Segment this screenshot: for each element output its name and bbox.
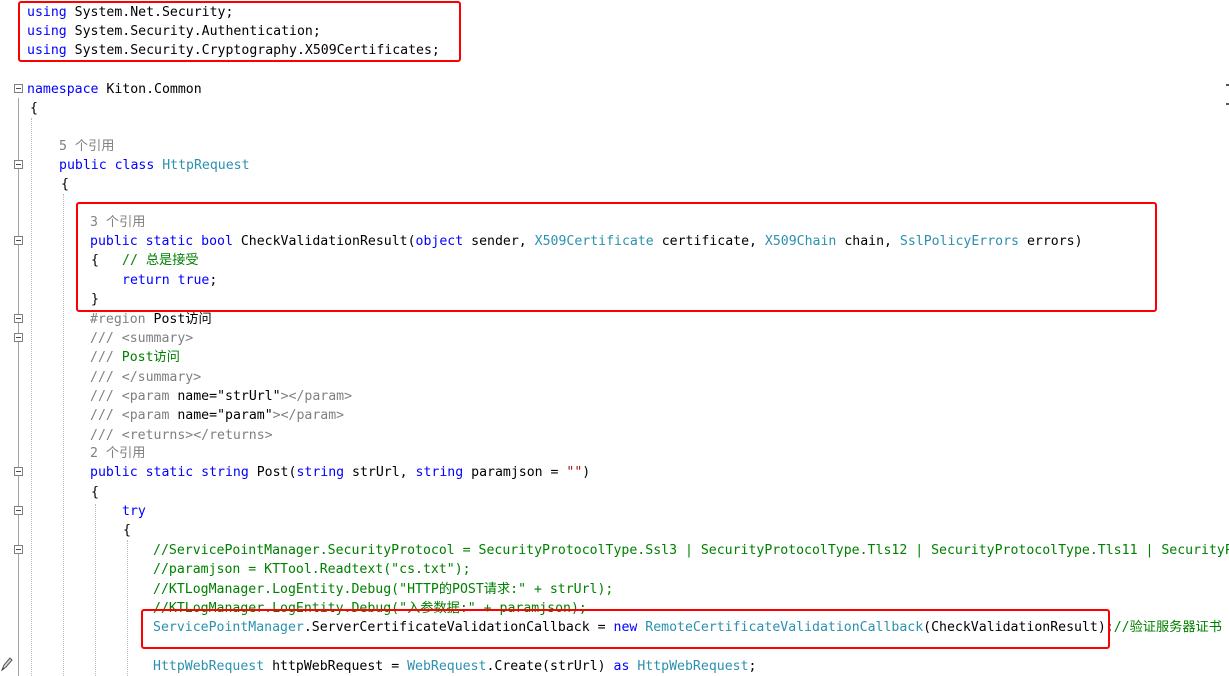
- code-line-comment-log-param[interactable]: //KTLogManager.LogEntity.Debug("入参数据:" +…: [0, 599, 587, 618]
- doc-slashes: ///: [90, 350, 114, 365]
- code-line-doc-param[interactable]: /// <param name="param"></param>: [0, 406, 344, 425]
- region-name: Post访问: [145, 312, 212, 327]
- code-line-doc-summary-text[interactable]: /// Post访问: [0, 348, 180, 367]
- close-paren: ): [582, 465, 591, 480]
- doc-attr: name=: [177, 389, 218, 404]
- references-count[interactable]: 5 个引用: [59, 137, 114, 156]
- keyword: public class: [59, 158, 163, 173]
- keyword: as: [613, 659, 638, 674]
- method-name: Post(: [248, 465, 297, 480]
- semicolon: ;: [748, 659, 757, 674]
- region-directive: #region: [90, 312, 146, 327]
- variable-decl: httpWebRequest =: [264, 659, 408, 674]
- doc-slashes: ///: [90, 389, 114, 404]
- code-line-doc-summary-open[interactable]: /// <summary>: [0, 329, 193, 348]
- indent-guide-try: [127, 540, 128, 676]
- code-line-method1-signature[interactable]: public static bool CheckValidationResult…: [0, 232, 1083, 251]
- collapse-toggle-icon[interactable]: [14, 467, 23, 476]
- references-count[interactable]: 2 个引用: [90, 444, 145, 463]
- code-line-class-brace[interactable]: {: [0, 175, 69, 194]
- code-line-method2-signature[interactable]: public static string Post(string strUrl,…: [0, 463, 590, 482]
- code-line-namespace-brace[interactable]: {: [0, 99, 38, 118]
- comment: //验证服务器证书: [1113, 620, 1222, 635]
- codelens-method1-references[interactable]: 3 个引用: [0, 213, 145, 232]
- code-line-comment-log-url[interactable]: //KTLogManager.LogEntity.Debug("HTTP的POS…: [0, 580, 613, 599]
- code-line-doc-param-url[interactable]: /// <param name="strUrl"></param>: [0, 387, 352, 406]
- param-type: string: [415, 465, 464, 480]
- param-name: paramjson =: [463, 465, 567, 480]
- comment: //ServicePointManager.SecurityProtocol =…: [153, 543, 1229, 558]
- keyword: try: [122, 504, 146, 519]
- code-line-method1-close[interactable]: }: [0, 290, 99, 309]
- doc-attr: name=: [177, 408, 218, 423]
- collapse-toggle-icon[interactable]: [14, 314, 23, 323]
- indent-guide-method: [95, 504, 96, 676]
- code-line-callback[interactable]: ServicePointManager.ServerCertificateVal…: [0, 618, 1222, 637]
- doc-tag: <returns></returns>: [113, 428, 273, 443]
- code-line-comment-paramjson[interactable]: //paramjson = KTTool.Readtext("cs.txt");: [0, 560, 471, 579]
- type-name: HttpWebRequest: [153, 659, 265, 674]
- doc-tag: <param: [113, 408, 178, 423]
- code-line-method2-brace[interactable]: {: [0, 483, 99, 502]
- code-line-doc-returns[interactable]: /// <returns></returns>: [0, 426, 273, 445]
- code-line-method1-return[interactable]: return true;: [0, 271, 217, 290]
- edit-pen-icon[interactable]: [0, 656, 14, 672]
- doc-tag: ></param>: [272, 408, 345, 423]
- doc-tag: <param: [113, 389, 178, 404]
- open-brace: {: [123, 523, 131, 538]
- doc-slashes: ///: [90, 408, 114, 423]
- collapse-toggle-icon[interactable]: [14, 84, 23, 93]
- class-name: HttpRequest: [162, 158, 250, 173]
- type-name: HttpWebRequest: [637, 659, 749, 674]
- keyword: namespace: [27, 82, 99, 97]
- comment: //KTLogManager.LogEntity.Debug("HTTP的POS…: [153, 582, 614, 597]
- doc-slashes: ///: [90, 331, 114, 346]
- codelens-method2-references[interactable]: 2 个引用: [0, 444, 145, 463]
- highlight-box-usings: [18, 1, 461, 62]
- keyword: public static string: [90, 465, 249, 480]
- highlight-box-callback: [141, 609, 1110, 649]
- type-name: WebRequest: [407, 659, 487, 674]
- code-line-doc-summary-close[interactable]: /// </summary>: [0, 368, 201, 387]
- code-line-namespace[interactable]: namespace Kiton.Common: [0, 80, 202, 99]
- indent-guide-class: [63, 194, 64, 676]
- param-name: strUrl,: [344, 465, 416, 480]
- code-line-try-brace[interactable]: {: [0, 521, 131, 540]
- string-literal: "": [566, 465, 583, 480]
- collapse-toggle-icon[interactable]: [14, 545, 23, 554]
- highlight-box-check-method: [76, 202, 1157, 312]
- collapse-toggle-icon[interactable]: [14, 160, 23, 169]
- code-line-class-decl[interactable]: public class HttpRequest: [0, 156, 250, 175]
- open-brace: {: [61, 177, 69, 192]
- doc-attr-value: "param": [217, 408, 273, 423]
- collapse-toggle-icon[interactable]: [14, 506, 23, 515]
- code-line-method1-comment[interactable]: { // 总是接受: [0, 251, 199, 270]
- code-line-try[interactable]: try: [0, 502, 146, 521]
- doc-text: Post访问: [113, 350, 180, 365]
- namespace-name: Kiton.Common: [98, 82, 202, 97]
- param-type: string: [296, 465, 345, 480]
- collapse-toggle-icon[interactable]: [14, 333, 23, 342]
- comment: //paramjson = KTTool.Readtext("cs.txt");: [153, 562, 471, 577]
- doc-tag: </summary>: [113, 370, 202, 385]
- doc-slashes: ///: [90, 428, 114, 443]
- codelens-class-references[interactable]: 5 个引用: [0, 137, 114, 156]
- code-line-region[interactable]: #region Post访问: [0, 310, 212, 329]
- code-editor[interactable]: using System.Net.Security; using System.…: [0, 0, 1229, 676]
- doc-attr-value: "strUrl": [217, 389, 281, 404]
- open-brace: {: [91, 485, 99, 500]
- method-call: .Create(strUrl): [486, 659, 614, 674]
- open-brace: {: [30, 101, 38, 116]
- doc-tag: <summary>: [113, 331, 194, 346]
- code-line-comment-protocol[interactable]: //ServicePointManager.SecurityProtocol =…: [0, 541, 1229, 560]
- collapse-toggle-icon[interactable]: [14, 236, 23, 245]
- doc-slashes: ///: [90, 370, 114, 385]
- doc-tag: ></param>: [280, 389, 353, 404]
